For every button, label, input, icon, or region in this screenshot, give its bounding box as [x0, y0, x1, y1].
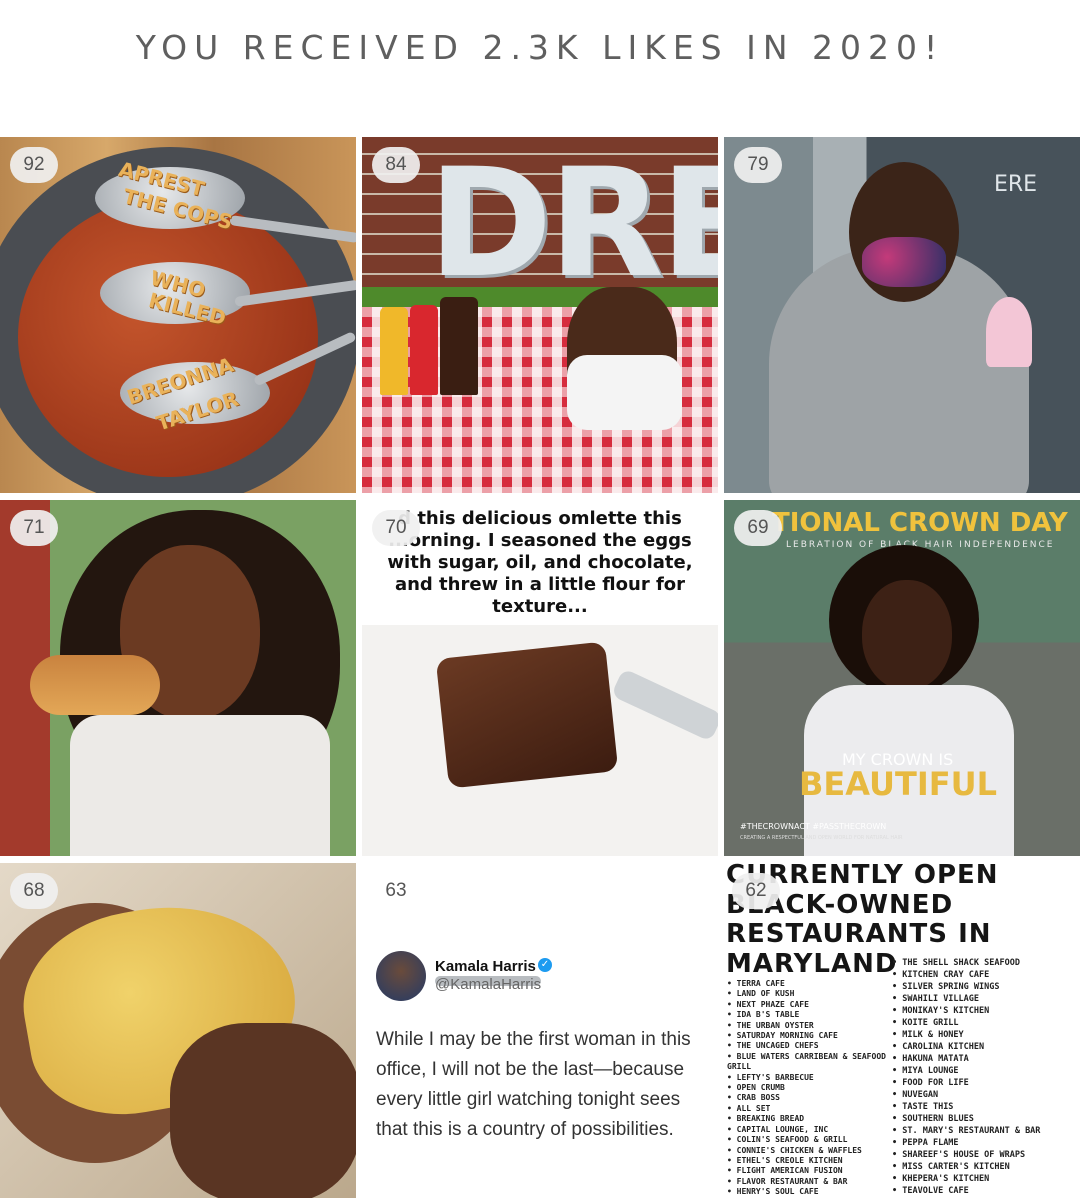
restaurant-list-item: TERRA CAFE: [727, 979, 887, 989]
toddler-shirt: [567, 355, 682, 430]
restaurant-list-item: BLUE WATERS CARRIBEAN & SEAFOOD GRILL: [727, 1052, 887, 1073]
restaurant-list-item: SILVER SPRING WINGS: [892, 981, 1080, 993]
restaurant-list-item: MONIKAY'S KITCHEN: [892, 1005, 1080, 1017]
like-count-badge: 69: [734, 510, 782, 546]
brownie-image: [435, 641, 619, 789]
post-tile[interactable]: ERE 79: [724, 137, 1080, 493]
like-count-badge: 79: [734, 147, 782, 183]
likes-summary-title: YOU RECEIVED 2.3K LIKES IN 2020!: [135, 28, 945, 67]
restaurant-list-item: MISS CARTER'S KITCHEN: [892, 1161, 1080, 1173]
hashtags: #THECROWNACT #PASSTHECROWN: [740, 822, 887, 831]
restaurant-list-item: NEXT PHAZE CAFE: [727, 1000, 887, 1010]
restaurant-list-item: FLAVOR RESTAURANT & BAR: [727, 1177, 887, 1187]
restaurant-list-item: CAROLINA KITCHEN: [892, 1041, 1080, 1053]
like-count-badge: 70: [372, 510, 420, 546]
restaurant-list-item: KHEPERA'S KITCHEN: [892, 1173, 1080, 1185]
post-tile[interactable]: CURRENTLY OPEN BLACK-OWNED RESTAURANTS I…: [724, 863, 1080, 1198]
crown-tagline-emphasis: BEAUTIFUL: [799, 765, 997, 803]
restaurant-list-left: TERRA CAFELAND OF KUSHNEXT PHAZE CAFEIDA…: [727, 979, 887, 1198]
restaurant-list-item: THE SHELL SHACK SEAFOOD: [892, 957, 1080, 969]
post-tile[interactable]: Kamala Harris ✓ @KamalaHarris While I ma…: [362, 863, 718, 1198]
like-count-badge: 84: [372, 147, 420, 183]
restaurant-list-item: COLIN'S SEAFOOD & GRILL: [727, 1135, 887, 1145]
restaurant-list-item: TEAVOLVE CAFE: [892, 1185, 1080, 1197]
restaurant-list-item: IDA B'S TABLE: [727, 1010, 887, 1020]
like-count-badge: 92: [10, 147, 58, 183]
restaurant-list-item: CONNIE'S CHICKEN & WAFFLES: [727, 1146, 887, 1156]
ice-cream-cone: [986, 297, 1032, 367]
tweet-author-handle: @KamalaHarris: [435, 976, 542, 993]
like-count-badge: 62: [732, 873, 780, 909]
restaurant-list-item: MIYA LOUNGE: [892, 1065, 1080, 1077]
post-tile[interactable]: 68: [0, 863, 356, 1198]
restaurant-list-item: SWAHILI VILLAGE: [892, 993, 1080, 1005]
post-tile[interactable]: 71: [0, 500, 356, 856]
like-count-badge: 71: [10, 510, 58, 546]
hand-image: [170, 1023, 356, 1198]
verified-badge-icon: ✓: [538, 958, 552, 972]
restaurant-list-item: NUVEGAN: [892, 1089, 1080, 1101]
restaurant-list-item: ETHEL'S CREOLE KITCHEN: [727, 1156, 887, 1166]
restaurant-list-item: ST. MARY'S RESTAURANT & BAR: [892, 1125, 1080, 1137]
soup-image: [18, 197, 318, 477]
restaurant-list-item: SATURDAY MORNING CAFE: [727, 1031, 887, 1041]
avatar: [376, 951, 426, 1001]
footer-text: CREATING A RESPECTFUL AND OPEN WORLD FOR…: [740, 835, 903, 841]
restaurant-list-item: MILK & HONEY: [892, 1029, 1080, 1041]
restaurant-list-item: OPEN CRUMB: [727, 1083, 887, 1093]
restaurant-list-item: THE URBAN OYSTER: [727, 1021, 887, 1031]
top-posts-grid: APREST THE COPS WHO KILLED BREONNA TAYLO…: [0, 137, 1080, 1198]
restaurant-list-item: CAPITAL LOUNGE, INC: [727, 1125, 887, 1135]
post-tile[interactable]: APREST THE COPS WHO KILLED BREONNA TAYLO…: [0, 137, 356, 493]
restaurant-list-item: SOUTHERN BLUES: [892, 1113, 1080, 1125]
tweet-text: While I may be the first woman in this o…: [376, 1029, 691, 1140]
restaurant-list-item: HAKUNA MATATA: [892, 1053, 1080, 1065]
post-tile[interactable]: DRE 84: [362, 137, 718, 493]
bbq-sauce-bottle: [440, 297, 478, 395]
like-count-badge: 68: [10, 873, 58, 909]
face-image: [862, 580, 952, 690]
restaurant-list-item: FOOD FOR LIFE: [892, 1077, 1080, 1089]
store-sign-text: ERE: [994, 172, 1038, 197]
restaurant-list-item: TASTE THIS: [892, 1101, 1080, 1113]
restaurant-list-right: THE SHELL SHACK SEAFOODKITCHEN CRAY CAFE…: [892, 957, 1080, 1197]
tweet-author-name: Kamala Harris: [435, 958, 536, 975]
restaurant-list-item: SHAREEF'S HOUSE OF WRAPS: [892, 1149, 1080, 1161]
restaurant-list-item: PEPPA FLAME: [892, 1137, 1080, 1149]
sandwich-image: [30, 655, 160, 715]
restaurant-list-item: LAND OF KUSH: [727, 989, 887, 999]
shirt-image: [70, 715, 330, 856]
post-tile[interactable]: TIONAL CROWN DAY LEBRATION OF BLACK HAIR…: [724, 500, 1080, 856]
restaurant-list-item: FLIGHT AMERICAN FUSION: [727, 1166, 887, 1176]
marquee-letters: DRE: [428, 137, 718, 311]
restaurant-list-item: THE UNCAGED CHEFS: [727, 1041, 887, 1051]
restaurant-list-item: CRAB BOSS: [727, 1093, 887, 1103]
restaurant-list-item: HENRY'S SOUL CAFE: [727, 1187, 887, 1197]
ketchup-bottle: [410, 305, 438, 395]
face-mask: [862, 237, 946, 287]
mustard-bottle: [380, 307, 408, 395]
restaurant-list-item: LEFTY'S BARBECUE: [727, 1073, 887, 1083]
restaurant-list-item: BREAKING BREAD: [727, 1114, 887, 1124]
list-title-line: RESTAURANTS IN: [726, 919, 992, 949]
like-count-badge: 63: [372, 873, 420, 909]
restaurant-list-item: KOITE GRILL: [892, 1017, 1080, 1029]
restaurant-list-item: ALL SET: [727, 1104, 887, 1114]
crown-day-banner: TIONAL CROWN DAY: [772, 508, 1068, 538]
restaurant-list-item: KITCHEN CRAY CAFE: [892, 969, 1080, 981]
post-tile[interactable]: d this delicious omlette this ...orning.…: [362, 500, 718, 856]
